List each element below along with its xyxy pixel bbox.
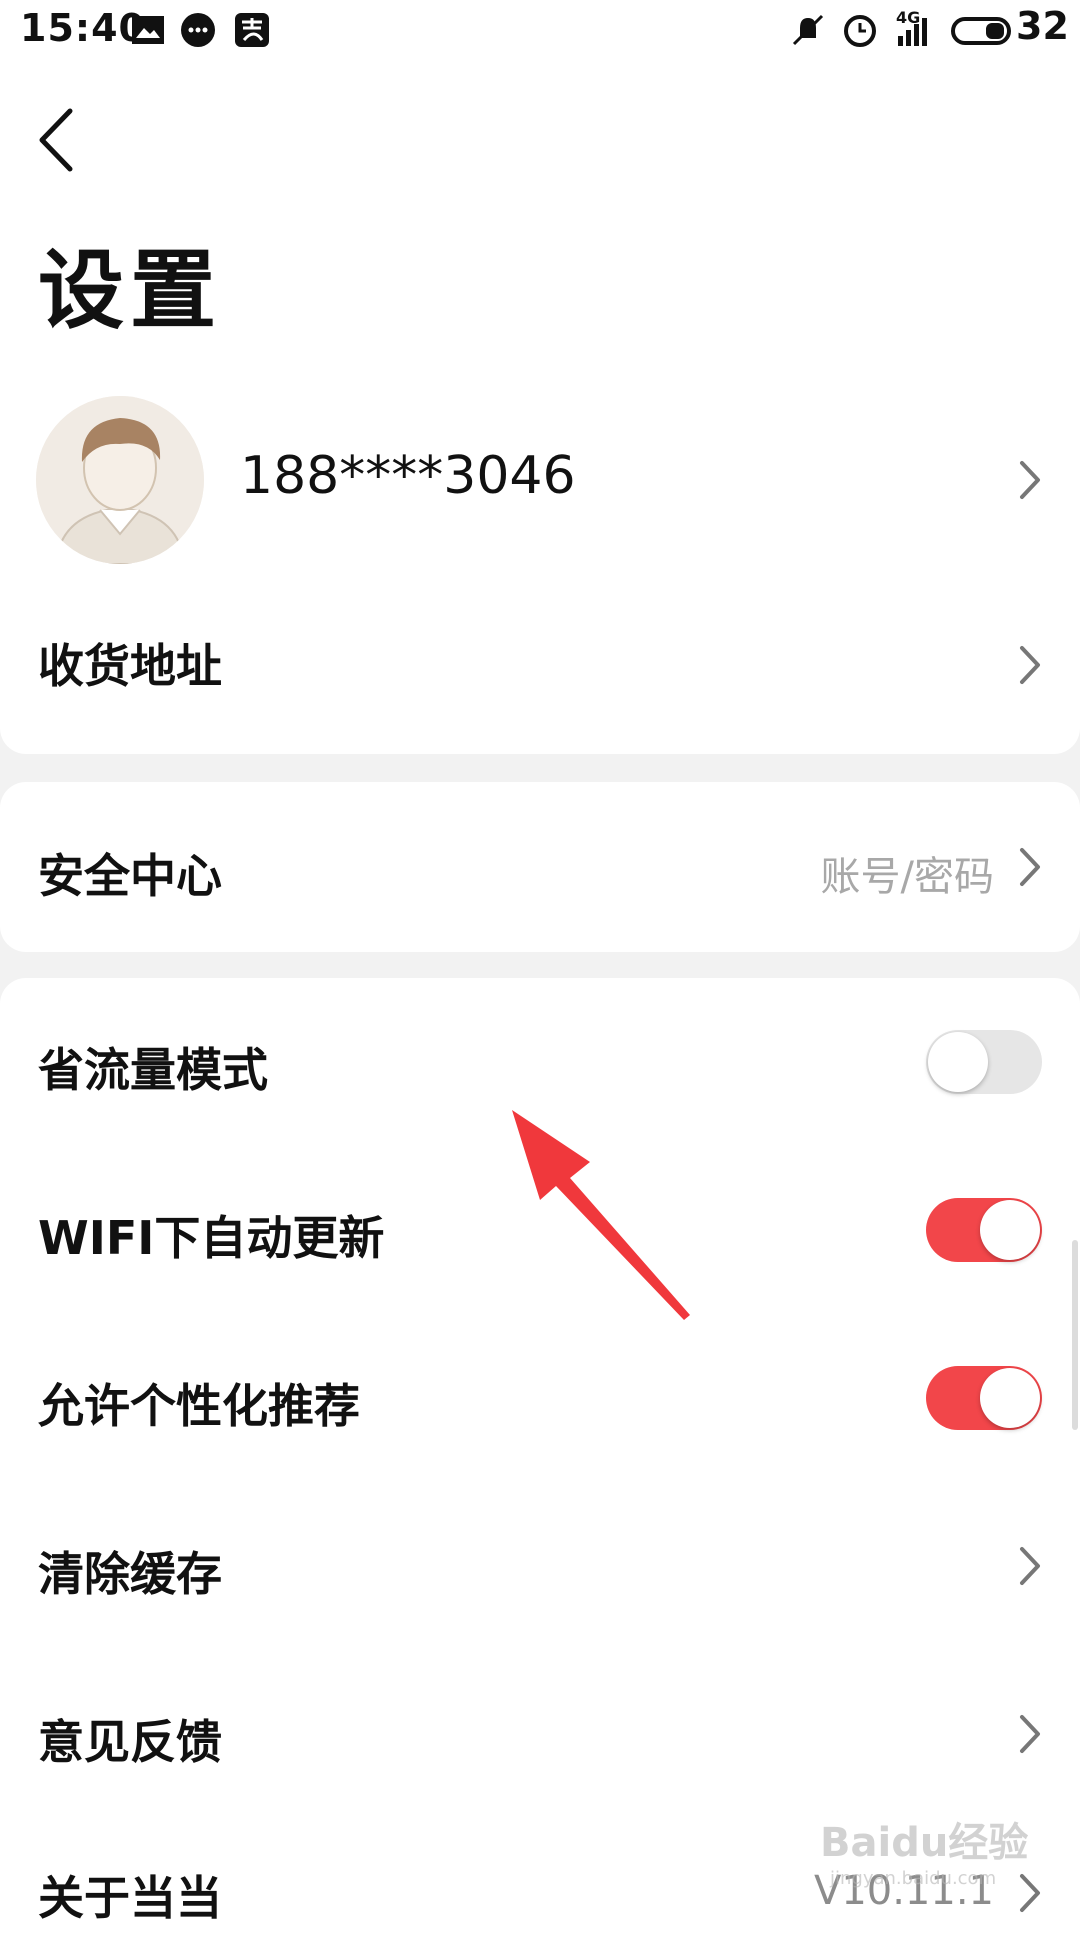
security-label: 安全中心 (38, 849, 222, 903)
security-row[interactable]: 安全中心 账号/密码 (0, 782, 1080, 952)
alipay-icon (235, 13, 269, 47)
clear-cache-row[interactable]: 清除缓存 (0, 1482, 1080, 1650)
message-icon (181, 13, 215, 47)
address-label: 收货地址 (38, 639, 222, 693)
security-hint: 账号/密码 (820, 854, 994, 900)
wifi-update-toggle[interactable] (926, 1198, 1042, 1262)
clear-cache-label: 清除缓存 (38, 1547, 222, 1601)
toggle-knob (928, 1032, 988, 1092)
wifi-update-label: WIFI下自动更新 (38, 1211, 385, 1265)
image-icon (132, 16, 164, 44)
account-card: 188****3046 收货地址 (0, 360, 1080, 754)
chevron-right-icon (1020, 848, 1040, 886)
mute-icon (792, 14, 824, 46)
personalized-toggle[interactable] (926, 1366, 1042, 1430)
toggle-knob (980, 1200, 1040, 1260)
battery-level: 32 (1016, 4, 1069, 48)
account-phone: 188****3046 (240, 446, 576, 506)
toggle-knob (980, 1368, 1040, 1428)
address-row[interactable]: 收货地址 (0, 600, 1080, 730)
feedback-row[interactable]: 意见反馈 (0, 1650, 1080, 1818)
watermark-text: Baidu经验 (820, 1820, 1029, 1866)
feedback-label: 意见反馈 (38, 1715, 222, 1769)
chevron-right-icon (1020, 1715, 1040, 1753)
alarm-icon (844, 15, 876, 47)
watermark-subtext: jingyan.baidu.com (830, 1868, 997, 1889)
watermark: Baidu经验 jingyan.baidu.com (820, 1800, 1060, 1900)
scrollbar[interactable] (1072, 1240, 1078, 1430)
signal-4g-icon (898, 18, 927, 46)
battery-icon (951, 17, 1011, 45)
avatar-image (36, 396, 204, 564)
status-bar: 15:40 4G 32 (0, 0, 1080, 60)
personalized-label: 允许个性化推荐 (38, 1379, 360, 1433)
security-card: 安全中心 账号/密码 (0, 782, 1080, 952)
chevron-right-icon (1020, 646, 1040, 684)
back-arrow-icon[interactable] (30, 95, 90, 185)
annotation-arrow-icon (512, 1110, 690, 1320)
avatar[interactable] (36, 396, 204, 564)
page-title: 设置 (38, 241, 222, 341)
data-saver-toggle[interactable] (926, 1030, 1042, 1094)
profile-row[interactable]: 188****3046 (0, 360, 1080, 600)
personalized-row: 允许个性化推荐 (0, 1314, 1080, 1482)
chevron-right-icon (1020, 461, 1040, 499)
data-saver-label: 省流量模式 (38, 1043, 268, 1097)
page-header: 设置 (0, 60, 1080, 360)
chevron-right-icon (1020, 1547, 1040, 1585)
about-label: 关于当当 (38, 1871, 222, 1925)
